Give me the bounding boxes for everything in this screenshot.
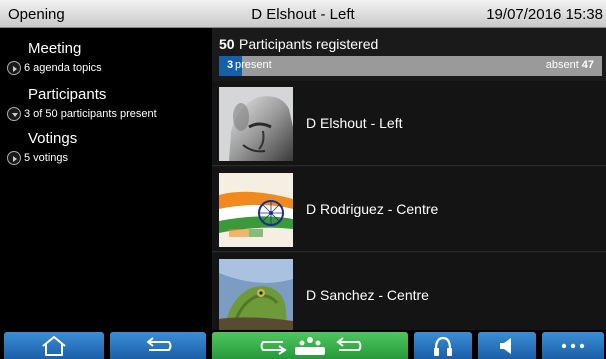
registration-header: 50 Participants registered [212,28,606,54]
headphones-icon [434,336,452,356]
back-arrow-icon [146,336,172,351]
participant-name: D Sanchez - Centre [306,287,429,303]
more-button[interactable] [542,332,604,359]
sidebar-item-sublabel: 6 agenda topics [24,62,102,74]
list-item[interactable]: D Elshout - Left [212,81,606,166]
sidebar: Meeting 6 agenda topics Participants 3 o… [0,28,212,330]
expand-arrow-icon[interactable] [7,151,21,165]
collapse-arrow-icon[interactable] [7,107,21,121]
sidebar-item-sublabel: 3 of 50 participants present [24,108,157,120]
sidebar-item-sublabel: 5 votings [24,152,69,164]
absent-summary: absent 47 [546,59,594,71]
home-icon [42,335,66,356]
sidebar-item-label: Votings [28,130,78,147]
sidebar-item-label: Meeting [28,40,82,57]
participant-name: D Rodriguez - Centre [306,201,439,217]
microphone-queue-icon [260,336,362,355]
absent-count: 47 [581,59,594,71]
microphone-queue-button[interactable] [212,332,408,359]
present-label: present [235,59,272,71]
title-bar: Opening D Elshout - Left 19/07/2016 15:3… [0,0,606,28]
list-item[interactable]: D Rodriguez - Centre [212,167,606,252]
list-item[interactable]: D Sanchez - Centre [212,253,606,330]
headphones-button[interactable] [414,332,472,359]
present-count: 3 [227,59,234,71]
participant-photo [219,173,293,247]
sidebar-item-votings[interactable]: Votings 5 votings [0,122,212,168]
absent-label: absent [545,59,579,71]
sidebar-item-meeting[interactable]: Meeting 6 agenda topics [0,32,212,78]
home-button[interactable] [4,332,104,359]
registered-count: 50 [219,36,235,52]
participants-panel: 50 Participants registered 3 present abs… [212,28,606,330]
speaker-icon [500,337,511,354]
datetime: 19/07/2016 15:38 [486,6,603,23]
bottom-toolbar [0,330,606,359]
expand-arrow-icon[interactable] [7,61,21,75]
sidebar-item-label: Participants [28,86,107,103]
attendance-progress-bar: 3 present absent 47 [219,56,602,76]
registered-label: Participants registered [239,36,379,52]
participant-name: D Elshout - Left [306,115,403,131]
back-button[interactable] [110,332,206,359]
participant-photo [219,87,293,161]
speaker-button[interactable] [478,332,536,359]
participant-photo [219,259,293,330]
sidebar-item-participants[interactable]: Participants 3 of 50 participants presen… [0,78,212,124]
more-dots-icon [561,343,585,348]
